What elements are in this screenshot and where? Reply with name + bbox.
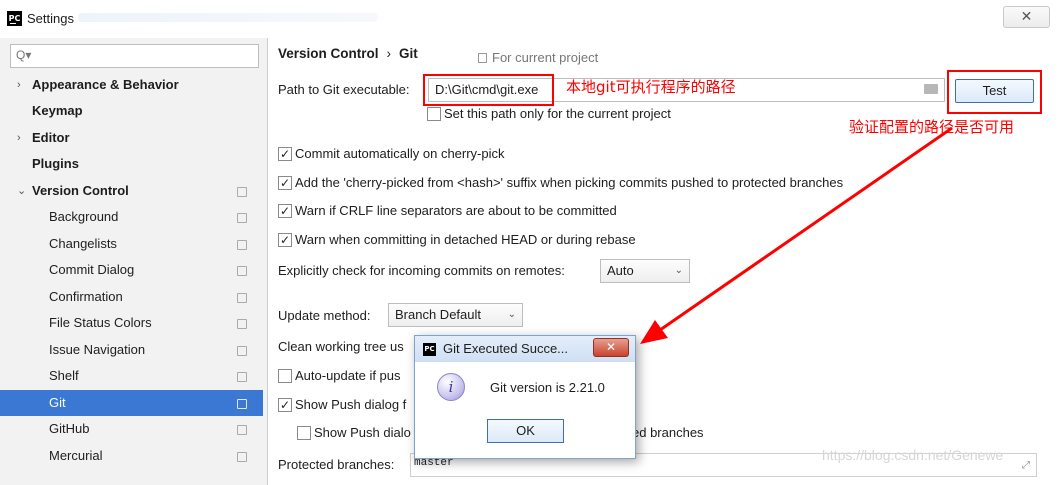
breadcrumb-parent: Version Control [278,46,379,61]
project-scope-icon [237,319,247,329]
incoming-commits-select[interactable]: Auto ⌄ [600,259,690,283]
tree-item-appearance[interactable]: › Appearance & Behavior [0,72,263,98]
tree-item-git[interactable]: Git [0,390,263,416]
pycharm-app-icon: PC [7,11,22,26]
clean-working-tree-label: Clean working tree us [278,339,404,354]
title-bar: PC Settings ✕ [0,0,1064,38]
info-icon: i [437,373,465,401]
protected-branches-label: Protected branches: [278,457,395,472]
update-method-select[interactable]: Branch Default ⌄ [388,303,523,327]
tree-item-keymap[interactable]: Keymap [0,98,263,124]
tree-item-editor[interactable]: › Editor [0,125,263,151]
expand-icon[interactable]: ⤢ [1022,460,1030,471]
title-path-blur [78,13,378,22]
tree-item-plugins[interactable]: Plugins [0,151,263,177]
breadcrumb: Version Control › Git [278,46,418,61]
project-scope-icon [237,266,247,276]
project-scope-icon [237,187,247,197]
tree-item-changelists[interactable]: Changelists [0,231,263,257]
watermark: https://blog.csdn.net/Genewe [822,447,1004,463]
tree-item-background[interactable]: Background [0,204,263,230]
tree-item-mercurial[interactable]: Mercurial [0,443,263,469]
breadcrumb-separator: › [386,46,392,61]
dialog-message: Git version is 2.21.0 [490,380,605,395]
search-icon: Q▾ [16,48,32,62]
tree-item-shelf[interactable]: Shelf [0,363,263,389]
git-path-label: Path to Git executable: [278,82,410,97]
project-scope-icon [237,372,247,382]
pycharm-app-icon: PC [423,343,436,356]
annotation-path-note: 本地git可执行程序的路径 [566,78,736,96]
show-push-dialog-checkbox[interactable] [278,395,292,415]
dialog-body: i Git version is 2.21.0 OK [421,363,627,451]
chevron-down-icon: ⌄ [17,185,27,197]
for-current-project-hint: For current project [478,50,598,65]
dialog-close-button[interactable]: ✕ [593,338,629,357]
git-settings-panel: Version Control › Git For current project … [268,38,1064,485]
project-scope-icon [237,346,247,356]
cherry-suffix-checkbox[interactable] [278,173,292,193]
dialog-title-bar: PC Git Executed Succe... ✕ [415,336,635,362]
tree-item-commit-dialog[interactable]: Commit Dialog [0,257,263,283]
tree-item-version-control[interactable]: ⌄ Version Control [0,178,263,204]
auto-update-checkbox[interactable] [278,369,292,383]
project-scope-icon [237,240,247,250]
project-scope-icon [237,293,247,303]
breadcrumb-current: Git [399,46,418,61]
project-scope-icon [237,452,247,462]
chevron-right-icon: › [17,79,21,91]
tree-item-confirmation[interactable]: Confirmation [0,284,263,310]
cherry-pick-checkbox[interactable] [278,144,292,164]
settings-search-input[interactable]: Q▾ [10,44,259,68]
close-icon: ✕ [1020,8,1033,24]
chevron-down-icon: ⌄ [507,309,516,320]
git-success-dialog: PC Git Executed Succe... ✕ i Git version… [414,335,636,459]
update-method-label: Update method: [278,308,371,323]
settings-sidebar: Q▾ › Appearance & Behavior Keymap › Editor… [0,38,268,485]
folder-browse-icon[interactable] [924,84,938,94]
project-scope-icon [237,213,247,223]
chevron-down-icon: ⌄ [674,265,683,276]
detached-head-checkbox[interactable] [278,230,292,250]
show-push-only-checkbox[interactable] [297,426,311,440]
tree-item-issue-navigation[interactable]: Issue Navigation [0,337,263,363]
ok-button[interactable]: OK [487,419,564,443]
crlf-warning-checkbox[interactable] [278,201,292,221]
test-button[interactable]: Test [955,79,1034,103]
project-scope-icon [237,399,247,409]
incoming-commits-label: Explicitly check for incoming commits on… [278,263,565,278]
project-scope-icon [237,425,247,435]
tree-item-github[interactable]: GitHub [0,416,263,442]
chevron-right-icon: › [17,132,21,144]
tree-item-file-status-colors[interactable]: File Status Colors [0,310,263,336]
window-close-button[interactable]: ✕ [1003,6,1050,28]
annotation-path-box [423,74,554,106]
project-scope-icon [478,53,487,63]
show-push-only-label-tail: ed branches [632,425,704,440]
window-title: Settings [27,11,74,26]
annotation-test-note: 验证配置的路径是否可用 [849,118,1015,136]
dialog-title: Git Executed Succe... [443,341,569,356]
path-only-current-checkbox[interactable] [427,107,441,121]
